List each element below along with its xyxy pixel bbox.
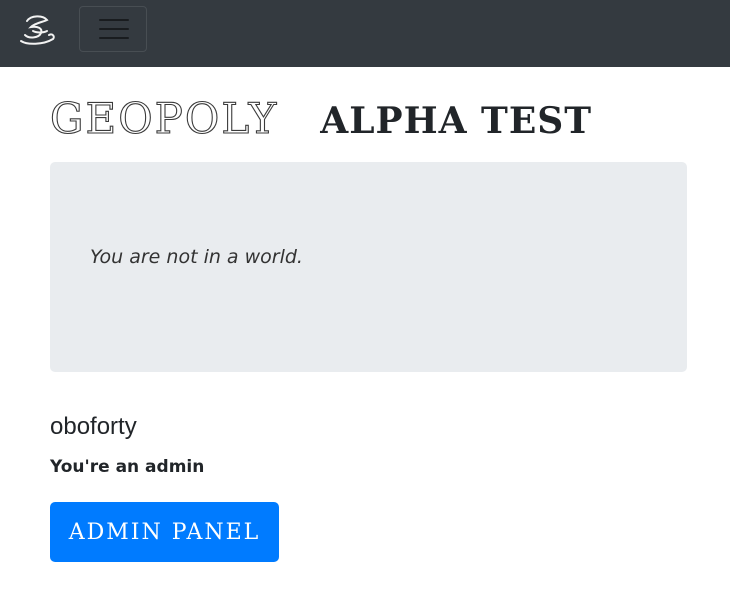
geopoly-logo-icon[interactable] (17, 11, 59, 51)
app-subtitle: ALPHA TEST (320, 100, 593, 142)
world-status-text: You are not in a world. (90, 246, 303, 268)
page-title: GEOPOLY ALPHA TEST (49, 92, 593, 148)
navbar-toggle-button[interactable] (79, 6, 147, 52)
world-status-panel: You are not in a world. (50, 162, 687, 372)
admin-role-note: You're an admin (50, 457, 205, 477)
top-navbar (0, 0, 730, 67)
username-heading: oboforty (50, 413, 137, 440)
app-title: GEOPOLY (49, 93, 279, 143)
hamburger-menu-icon (99, 16, 129, 42)
admin-panel-button[interactable]: ADMIN PANEL (50, 502, 279, 562)
